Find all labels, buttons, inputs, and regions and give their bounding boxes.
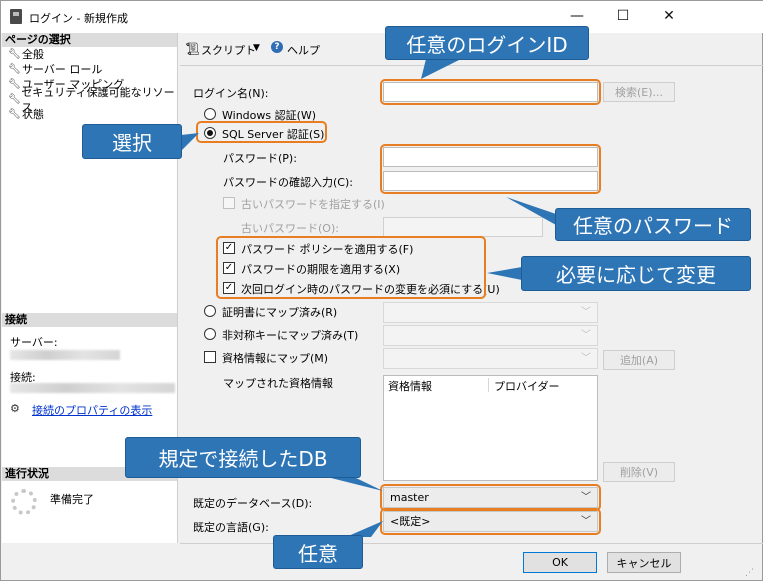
callout-password: 任意のパスワード bbox=[555, 208, 751, 241]
pointer-select bbox=[181, 133, 199, 151]
callout-optional: 任意 bbox=[273, 535, 363, 569]
pointer-password bbox=[506, 197, 556, 225]
pointer-default-db bbox=[331, 478, 383, 491]
login-new-dialog: ログイン - 新規作成 — ☐ ✕ ページの選択 🔧︎ 全般 🔧︎ サーバー ロール… bbox=[0, 0, 763, 581]
pointer-as-needed bbox=[487, 267, 522, 280]
callout-select: 選択 bbox=[82, 124, 182, 159]
callout-as-needed: 必要に応じて変更 bbox=[521, 256, 751, 291]
callout-login-id: 任意のログインID bbox=[385, 26, 589, 60]
callout-default-db: 規定で接続したDB bbox=[125, 437, 361, 478]
pointer-login-id bbox=[421, 59, 461, 79]
callout-pointers bbox=[181, 59, 556, 537]
